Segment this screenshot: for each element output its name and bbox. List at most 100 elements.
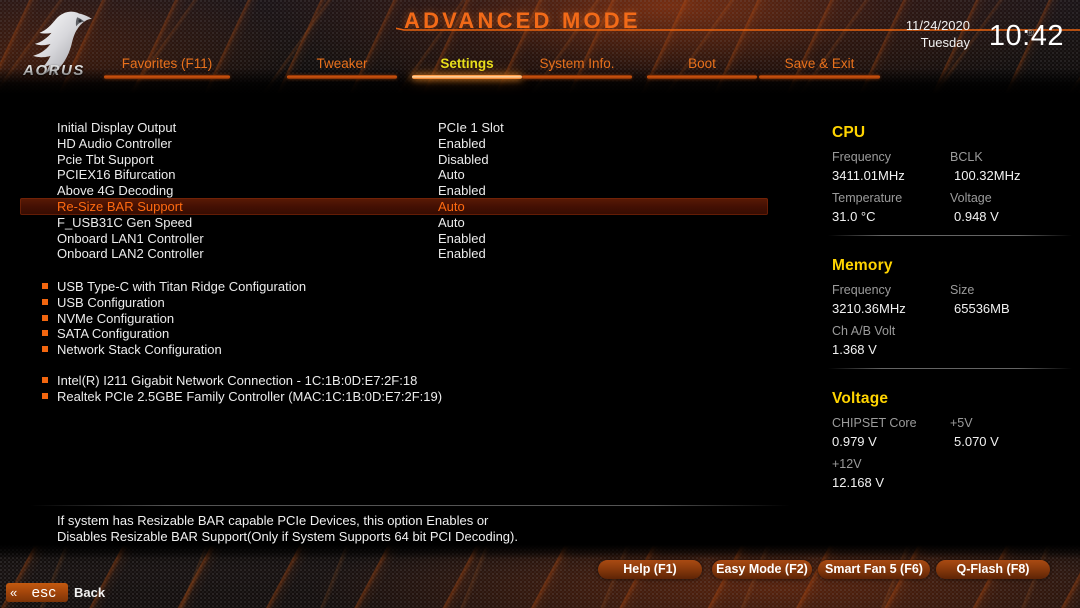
- sidebar-field-value: 0.979 V: [832, 434, 877, 449]
- function-key-button[interactable]: Easy Mode (F2): [712, 560, 812, 579]
- setting-value[interactable]: Disabled: [438, 151, 489, 168]
- tab-underline: [522, 75, 632, 79]
- function-key-button[interactable]: Q-Flash (F8): [936, 560, 1050, 579]
- setting-value[interactable]: PCIe 1 Slot: [438, 119, 504, 136]
- bios-footer: Help (F1) Easy Mode (F2) Smart Fan 5 (F6) Q…: [0, 545, 1080, 608]
- setting-name: Pcie Tbt Support: [57, 151, 154, 167]
- tab-underline: [758, 75, 881, 79]
- setting-value[interactable]: Enabled: [438, 135, 486, 152]
- advanced-mode-title: ADVANCED MODE: [404, 8, 641, 33]
- setting-name: Onboard LAN2 Controller: [57, 246, 204, 262]
- setting-name: Re-Size BAR Support: [57, 199, 183, 214]
- sidebar-field-value: 0.948 V: [954, 209, 999, 224]
- setting-row[interactable]: Onboard LAN2 Controller Enabled: [20, 245, 768, 262]
- function-key-button[interactable]: Help (F1): [598, 560, 702, 579]
- main-navigation-tabs: Favorites (F11) Tweaker Settings System Inf…: [92, 56, 992, 82]
- network-device-label: Intel(R) I211 Gigabit Network Connection…: [57, 373, 418, 388]
- setting-name: Initial Display Output: [57, 120, 177, 135]
- setting-row[interactable]: Above 4G Decoding Enabled: [20, 182, 768, 199]
- setting-name: PCIEX16 Bifurcation: [57, 167, 176, 183]
- sidebar-field-key: Temperature: [832, 191, 903, 205]
- sidebar-field-value: 31.0 °C: [832, 209, 876, 224]
- setting-name: F_USB31C Gen Speed: [57, 214, 193, 230]
- setting-value[interactable]: Enabled: [438, 245, 486, 262]
- sidebar-field-key: Size: [950, 283, 975, 297]
- chevron-left-icon: «: [10, 585, 18, 600]
- clock-date: 11/24/2020: [905, 18, 970, 33]
- bullet-square-icon: [42, 314, 48, 321]
- hardware-monitor-sidebar: CPU Frequency 3411.01MHz BCLK 100.32MHz Tempe…: [820, 94, 1080, 504]
- sidebar-field-key: Voltage: [950, 191, 992, 205]
- submenu-label: Network Stack Configuration: [57, 342, 222, 358]
- sidebar-section-title: CPU: [832, 124, 866, 141]
- setting-row[interactable]: Onboard LAN1 Controller Enabled: [20, 230, 768, 247]
- sidebar-section-title: Memory: [832, 257, 893, 274]
- footer-fade: [0, 545, 1080, 559]
- setting-name: HD Audio Controller: [57, 135, 172, 151]
- sidebar-field-key: CHIPSET Core: [832, 416, 917, 430]
- bullet-square-icon: [42, 377, 48, 383]
- sidebar-field-value: 5.070 V: [954, 434, 999, 449]
- clock-time: 10:42: [988, 20, 1064, 52]
- sidebar-field-value: 100.32MHz: [954, 168, 1021, 183]
- tab-label: Tweaker: [316, 56, 368, 71]
- help-text-panel: If system has Resizable BAR capable PCIe…: [57, 513, 777, 545]
- submenu-label: SATA Configuration: [57, 326, 170, 342]
- sidebar-divider: [828, 368, 1072, 369]
- function-key-button[interactable]: Smart Fan 5 (F6): [818, 560, 930, 579]
- tab-tweaker[interactable]: Tweaker: [277, 56, 407, 82]
- bullet-square-icon: [42, 330, 48, 337]
- sidebar-field-value: 12.168 V: [832, 475, 885, 490]
- setting-row[interactable]: Initial Display Output PCIe 1 Slot: [20, 119, 768, 136]
- setting-name: Above 4G Decoding: [57, 183, 174, 199]
- sidebar-field-value: 3210.36MHz: [832, 301, 906, 316]
- setting-value[interactable]: Enabled: [438, 182, 486, 199]
- sidebar-field-key: Frequency: [832, 150, 892, 164]
- setting-name: Onboard LAN1 Controller: [57, 230, 204, 246]
- setting-value[interactable]: Enabled: [438, 230, 486, 247]
- tab-label: System Info.: [539, 56, 615, 71]
- tab-save-exit[interactable]: Save & Exit: [747, 56, 892, 82]
- setting-value[interactable]: Auto: [438, 214, 465, 231]
- tab-underline: [287, 75, 397, 79]
- tab-underline: [412, 75, 522, 79]
- setting-row[interactable]: Re-Size BAR Support Auto: [20, 198, 768, 215]
- sidebar-field-key: +5V: [950, 416, 973, 430]
- sidebar-field-key: Frequency: [832, 283, 892, 297]
- bullet-square-icon: [42, 298, 48, 305]
- help-divider: [30, 505, 790, 506]
- tab-underline: [647, 75, 757, 79]
- sidebar-field-value: 65536MB: [954, 301, 1010, 316]
- setting-row[interactable]: Pcie Tbt Support Disabled: [20, 151, 768, 168]
- setting-row[interactable]: HD Audio Controller Enabled: [20, 135, 768, 152]
- setting-row[interactable]: PCIEX16 Bifurcation Auto: [20, 166, 768, 183]
- sidebar-field-value: 1.368 V: [832, 342, 877, 357]
- esc-button-label: esc: [31, 584, 57, 601]
- help-line-1: If system has Resizable BAR capable PCIe…: [57, 513, 489, 528]
- back-label: Back: [74, 585, 106, 600]
- sidebar-field-key: +12V: [832, 457, 862, 471]
- bullet-square-icon: [42, 283, 48, 289]
- sidebar-field-key: BCLK: [950, 150, 983, 164]
- submenu-label: USB Type-C with Titan Ridge Configuratio…: [57, 279, 307, 294]
- esc-button[interactable]: « esc: [6, 583, 68, 602]
- tab-label: Favorites (F11): [121, 56, 213, 71]
- setting-row[interactable]: F_USB31C Gen Speed Auto: [20, 214, 768, 231]
- sidebar-divider: [828, 235, 1072, 236]
- bullet-square-icon: [42, 346, 48, 353]
- help-line-2: Disables Resizable BAR Support(Only if S…: [57, 529, 518, 544]
- tab-label: Save & Exit: [784, 56, 855, 71]
- tab-underline: [104, 75, 230, 79]
- submenu-label: NVMe Configuration: [57, 310, 175, 326]
- tab-system-info[interactable]: System Info.: [512, 56, 642, 82]
- tab-favorites-f11[interactable]: Favorites (F11): [92, 56, 242, 82]
- clock-day: Tuesday: [920, 35, 970, 50]
- setting-value[interactable]: Auto: [438, 166, 465, 183]
- submenu-label: USB Configuration: [57, 294, 165, 310]
- setting-value[interactable]: Auto: [438, 198, 465, 215]
- sidebar-field-value: 3411.01MHz: [832, 168, 905, 183]
- bullet-square-icon: [42, 392, 48, 399]
- network-device-label: Realtek PCIe 2.5GBE Family Controller (M…: [57, 388, 443, 404]
- settings-main-panel: Initial Display Output PCIe 1 Slot HD Audi…: [0, 94, 800, 504]
- sidebar-section-title: Voltage: [832, 390, 889, 407]
